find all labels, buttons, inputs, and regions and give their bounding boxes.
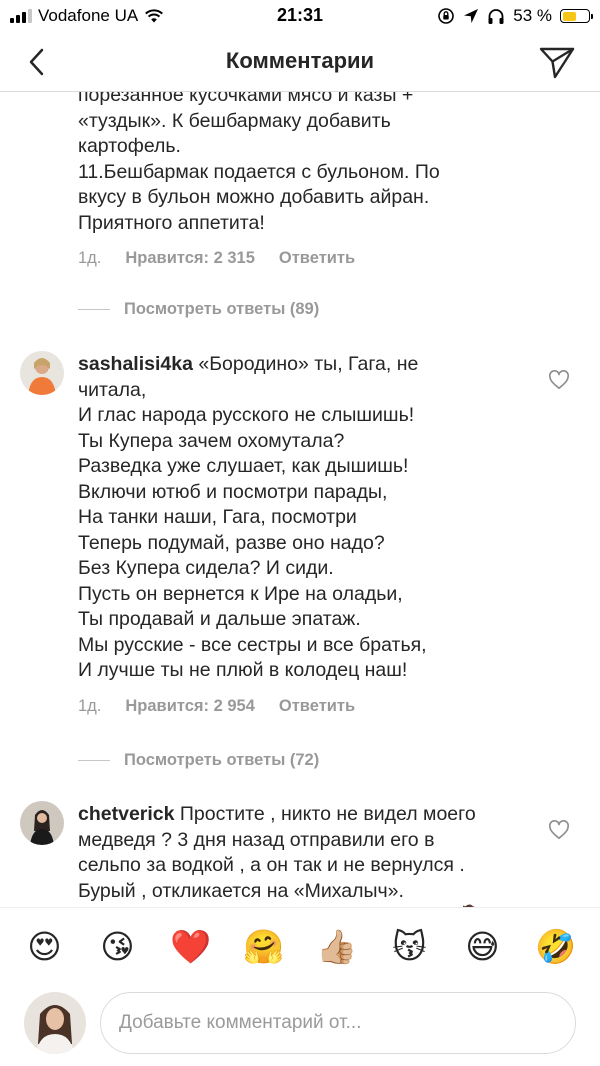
heart-icon[interactable] (548, 820, 570, 840)
comment-time: 1д. (78, 249, 102, 267)
heart-icon[interactable] (548, 370, 570, 390)
emoji-kissing-cat-button[interactable]: 😽 (389, 930, 431, 963)
view-replies-label: Посмотреть ответы (72) (124, 751, 320, 769)
comment-input[interactable] (100, 992, 576, 1054)
battery-icon (560, 9, 593, 23)
emoji-heart-eyes-button[interactable]: 😍 (24, 930, 66, 963)
user-avatar-image (24, 992, 86, 1054)
share-button[interactable] (538, 44, 576, 82)
current-user-avatar (24, 992, 86, 1054)
comment-composer (0, 984, 600, 1066)
battery-level (562, 11, 576, 21)
emoji-sweat-smile-button[interactable]: 😅 (462, 930, 504, 963)
comment-time: 1д. (78, 696, 102, 715)
header: Комментарии (0, 32, 600, 92)
divider-line (78, 309, 110, 310)
status-right: 53 % (437, 6, 593, 26)
emoji-thumbs-up-button[interactable]: 👍🏼 (316, 930, 358, 963)
page-title: Комментарии (225, 48, 375, 73)
emoji-bar: 😍 😘 ❤️ 🤗 👍🏼 😽 😅 🤣 (0, 907, 600, 984)
comment-item: chetverick Простите , никто не видел мое… (0, 802, 600, 907)
orientation-lock-icon (438, 8, 455, 24)
comment-meta: 1д. Нравится: 2 315 Ответить (78, 249, 600, 268)
comment-text: sashalisi4ka «Бородино» ты, Гага, не чит… (78, 352, 548, 684)
divider-line (78, 760, 110, 761)
view-replies-button[interactable]: Посмотреть ответы (89) (78, 300, 319, 319)
comment-text: порезанное кусочками мясо и казы + «тузд… (78, 92, 440, 234)
view-replies-button[interactable]: Посмотреть ответы (72) (78, 751, 319, 770)
comment-body: «Бородино» ты, Гага, не читала, И глас н… (78, 353, 427, 681)
likes-count-button[interactable]: Нравится: 2 954 (125, 697, 255, 716)
location-icon (464, 9, 479, 23)
comment-username[interactable]: sashalisi4ka (78, 353, 193, 375)
battery-percent: 53 % (513, 6, 552, 25)
comment-username[interactable]: chetverick (78, 803, 174, 825)
emoji-red-heart-button[interactable]: ❤️ (170, 930, 212, 963)
comment-item: sashalisi4ka «Бородино» ты, Гага, не чит… (0, 352, 600, 716)
reply-button[interactable]: Ответить (279, 697, 355, 716)
emoji-hug-button[interactable]: 🤗 (243, 930, 285, 963)
comment-text: chetverick Простите , никто не видел мое… (78, 802, 548, 907)
emoji-rofl-button[interactable]: 🤣 (535, 930, 577, 963)
comments-feed[interactable]: порезанное кусочками мясо и казы + «тузд… (0, 92, 600, 907)
comment-item: порезанное кусочками мясо и казы + «тузд… (0, 92, 600, 268)
emoji-kiss-button[interactable]: 😘 (97, 930, 139, 963)
headphones-icon (488, 8, 504, 24)
comment-meta: 1д. Нравится: 2 954 Ответить (78, 697, 600, 716)
status-bar: Vodafone UA 21:31 53 % (0, 0, 600, 32)
paper-plane-icon (539, 47, 575, 79)
view-replies-label: Посмотреть ответы (89) (124, 300, 320, 318)
likes-count-button[interactable]: Нравится: 2 315 (125, 249, 255, 268)
reply-button[interactable]: Ответить (279, 249, 355, 268)
